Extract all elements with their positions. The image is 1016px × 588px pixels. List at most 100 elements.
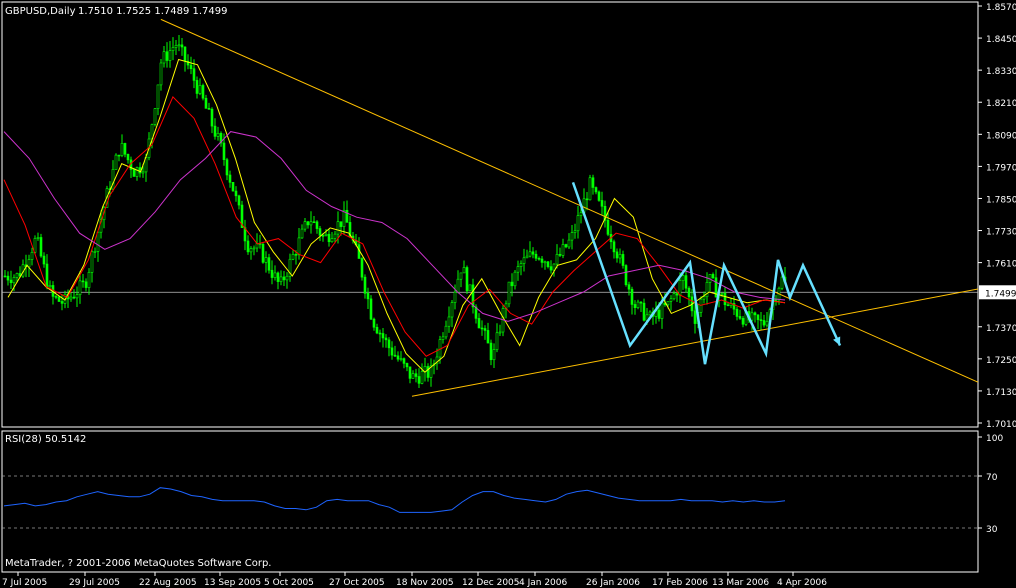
candle-body [765,321,769,326]
candle-body [420,371,424,384]
candle-body [453,291,457,303]
candle-body [204,97,208,109]
moving-average-yellow [7,58,786,373]
price-tick-label: 1.7130 [986,388,1016,398]
candle-body [225,159,229,176]
candle-body [168,50,172,61]
time-tick-label: 27 Oct 2005 [329,578,385,588]
candle-body [276,272,280,282]
candle-body [402,358,406,364]
time-tick-label: 4 Apr 2006 [777,578,827,588]
candle-body [606,220,610,235]
candle-body [564,244,568,248]
candle-body [375,326,379,334]
candle-body [39,237,43,257]
candle-body [519,263,523,267]
rsi-line [3,487,786,513]
time-tick-label: 22 Aug 2005 [139,578,197,588]
candle-body [216,132,220,137]
candle-body [642,302,646,321]
candle-body [627,284,631,290]
time-tick-label: 17 Feb 2006 [652,578,708,588]
candle-body [6,275,10,281]
candle-body [492,349,496,361]
candle-body [507,281,511,305]
candle-body [327,233,331,243]
candle-body [321,235,325,237]
candle-body [399,358,403,360]
candle-body [462,267,466,274]
candle-body [630,288,634,305]
price-tick-label: 1.7250 [986,356,1016,366]
candle-body [672,293,676,300]
candle-body [489,342,493,361]
candle-body [213,125,217,137]
price-axis: 1.8570 1.8450 1.8330 1.8210 1.8090 1.7970 1.78… [978,3,1016,535]
candle-body [198,85,202,94]
candle-body [30,251,34,260]
candle-body [60,301,64,304]
candle-body [282,276,286,281]
candle-body [246,240,250,253]
candle-body [522,257,526,264]
candle-body [228,174,232,183]
candle-body [222,142,226,160]
candle-body [171,47,175,51]
candle-body [93,251,97,253]
candle-body [624,265,628,285]
candle-body [96,231,100,252]
candle-body [123,143,127,155]
candle-body [681,275,685,281]
candle-body [300,228,304,239]
current-price-label: 1.7499 [985,289,1016,299]
candle-body [471,284,475,308]
candle-body [480,327,484,330]
candle-body [393,354,397,357]
candle-body [561,244,565,256]
copyright-text: MetaTrader, ? 2001-2006 MetaQuotes Softw… [5,558,271,569]
candle-body [546,261,550,267]
candle-body [549,266,553,271]
candle-body [48,285,52,288]
candle-body [189,64,193,70]
candle-body [195,80,199,94]
candle-body [264,257,268,263]
candle-body [597,191,601,201]
candle-body [366,293,370,300]
candle-body [465,267,469,292]
candle-body [183,46,187,62]
candle-body [261,243,265,263]
chart-frames [1,1,979,573]
candle-body [621,254,625,266]
candle-body [660,302,664,319]
candle-body [498,331,502,334]
candle-body [27,259,31,268]
candle-body [9,279,13,284]
candle-body [486,330,490,344]
trendlines [160,18,979,397]
candle-body [750,312,754,321]
candle-body [780,276,784,289]
candle-body [360,258,364,278]
candle-body [423,366,427,372]
candle-body [723,292,727,306]
candle-body [339,221,343,227]
price-tick-label: 1.8330 [986,67,1016,77]
candle-body [633,304,637,308]
candle-body [336,221,340,235]
candle-body [657,309,661,319]
candle-body [381,333,385,339]
candle-body [333,233,337,239]
price-tick-label: 1.8450 [986,35,1016,45]
time-tick-label: 26 Jan 2006 [586,578,640,588]
candle-body [594,187,598,193]
candle-series [3,35,787,388]
candle-body [378,332,382,335]
candle-body [567,239,571,248]
rsi-tick-label: 70 [986,473,998,483]
candle-body [345,209,349,223]
candle-body [237,195,241,206]
candle-body [315,221,319,229]
candle-body [303,221,307,230]
candle-body [75,294,79,299]
